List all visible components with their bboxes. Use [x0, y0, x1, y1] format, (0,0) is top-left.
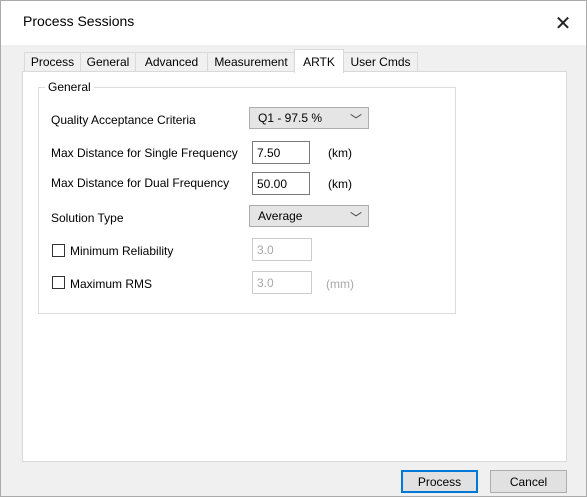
max-rms-input[interactable]: 3.0 — [252, 271, 312, 294]
tab-artk[interactable]: ARTK — [294, 49, 344, 73]
cancel-button[interactable]: Cancel — [490, 470, 567, 493]
tab-process[interactable]: Process — [24, 52, 81, 71]
quality-value: Q1 - 97.5 % — [258, 111, 323, 125]
tab-user-cmds[interactable]: User Cmds — [343, 52, 418, 71]
close-icon[interactable]: ✕ — [540, 1, 586, 45]
max-rms-unit: (mm) — [326, 277, 354, 291]
min-reliability-input[interactable]: 3.0 — [252, 238, 312, 261]
tab-measurement[interactable]: Measurement — [207, 52, 295, 71]
title-bar: Process Sessions ✕ — [1, 1, 586, 45]
window-title: Process Sessions — [23, 13, 135, 29]
solution-type-label: Solution Type — [51, 211, 124, 225]
chevron-down-icon: ﹀ — [349, 211, 362, 225]
max-single-input[interactable]: 7.50 — [252, 141, 310, 164]
max-rms-label: Maximum RMS — [70, 277, 153, 291]
max-single-label: Max Distance for Single Frequency — [51, 146, 238, 160]
tab-advanced[interactable]: Advanced — [135, 52, 208, 71]
quality-dropdown[interactable]: Q1 - 97.5 % ﹀ — [249, 107, 369, 129]
tab-general[interactable]: General — [80, 52, 136, 71]
max-dual-input[interactable]: 50.00 — [252, 172, 310, 195]
max-dual-label: Max Distance for Dual Frequency — [51, 176, 230, 190]
min-reliability-checkbox[interactable] — [52, 244, 65, 257]
solution-type-value: Average — [258, 209, 303, 223]
chevron-down-icon: ﹀ — [349, 113, 362, 127]
solution-type-dropdown[interactable]: Average ﹀ — [249, 205, 369, 227]
group-title: General — [45, 80, 94, 94]
quality-label: Quality Acceptance Criteria — [51, 113, 196, 127]
min-reliability-label: Minimum Reliability — [70, 244, 174, 258]
max-rms-checkbox[interactable] — [52, 276, 65, 289]
max-single-unit: (km) — [328, 146, 352, 160]
process-button[interactable]: Process — [401, 470, 478, 493]
max-dual-unit: (km) — [328, 177, 352, 191]
